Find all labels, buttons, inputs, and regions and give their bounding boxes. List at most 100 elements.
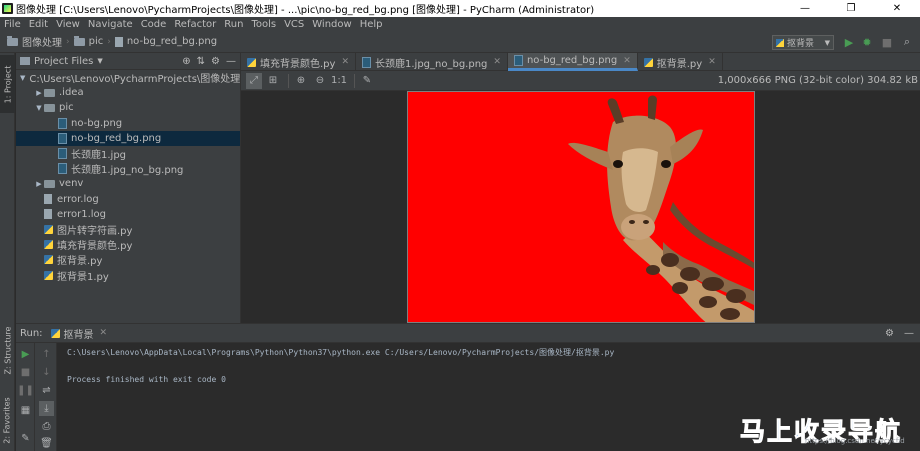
scroll-down-icon[interactable]: ↓	[39, 365, 54, 380]
gear-icon[interactable]: ⚙	[211, 56, 220, 67]
close-icon[interactable]: ✕	[708, 57, 716, 67]
tree-item[interactable]: 填充背景颜色.py	[16, 237, 240, 252]
tree-item[interactable]: ▼ C:\Users\Lenovo\PycharmProjects\图像处理	[16, 70, 240, 86]
tree-item[interactable]: ▶ .idea	[16, 85, 240, 100]
debug-icon[interactable]: ✹	[860, 35, 874, 49]
scroll-to-end-icon[interactable]: ⤓	[39, 401, 54, 416]
hide-panel-icon[interactable]: —	[904, 328, 914, 339]
tree-item-label: 抠背景1.py	[57, 271, 109, 283]
folder-icon	[20, 57, 30, 65]
project-panel-header[interactable]: Project Files ▼ ⊕ ⇅ ⚙ —	[16, 53, 240, 70]
close-icon[interactable]: ✕	[100, 328, 108, 338]
hide-panel-icon[interactable]: —	[226, 56, 236, 67]
minimize-button[interactable]: —	[782, 0, 828, 17]
run-configuration-select[interactable]: 抠背景 ▼	[772, 35, 834, 50]
folder-icon	[44, 88, 55, 97]
pin-icon[interactable]: ✎	[18, 431, 33, 446]
close-icon[interactable]: ✕	[623, 56, 631, 66]
scroll-up-icon[interactable]: ↑	[39, 347, 54, 362]
grid-icon[interactable]: ⊞	[265, 73, 281, 89]
menu-bar: File Edit View Navigate Code Refactor Ru…	[0, 17, 920, 31]
menu-file[interactable]: File	[0, 19, 25, 30]
tree-item-label: pic	[59, 102, 74, 114]
tree-item[interactable]: ▶ venv	[16, 176, 240, 191]
window-title: 图像处理 [C:\Users\Lenovo\PycharmProjects\图像…	[16, 5, 595, 16]
menu-vcs[interactable]: VCS	[280, 19, 308, 30]
folder-icon	[44, 179, 55, 188]
menu-edit[interactable]: Edit	[25, 19, 52, 30]
stop-icon[interactable]: ■	[880, 35, 894, 49]
search-icon[interactable]: ⌕	[900, 35, 914, 49]
tree-item[interactable]: error1.log	[16, 207, 240, 222]
layout-icon[interactable]: ▦	[18, 403, 33, 418]
tree-item[interactable]: 长颈鹿1.jpg	[16, 146, 240, 161]
menu-navigate[interactable]: Navigate	[84, 19, 137, 30]
tree-item[interactable]: 图片转字符画.py	[16, 222, 240, 237]
rerun-icon[interactable]: ▶	[18, 347, 33, 362]
soft-wrap-icon[interactable]: ⇌	[39, 383, 54, 398]
tree-item[interactable]: error.log	[16, 192, 240, 207]
actual-size-button[interactable]: 1:1	[331, 73, 347, 89]
run-tab[interactable]: 抠背景 ✕	[50, 326, 108, 341]
zoom-in-icon[interactable]: ⊕	[293, 73, 309, 89]
project-view-selector[interactable]: Project Files	[34, 56, 93, 67]
tree-item-label: error1.log	[57, 208, 106, 220]
editor-tab[interactable]: 填充背景颜色.py ✕	[241, 53, 356, 71]
chevron-down-icon[interactable]: ▼	[20, 74, 25, 82]
tree-item-label: venv	[59, 178, 84, 190]
text-file-icon	[44, 194, 52, 205]
console-line: C:\Users\Lenovo\AppData\Local\Programs\P…	[67, 348, 615, 357]
structure-tool-tab[interactable]: Z: Structure	[0, 319, 15, 381]
delete-icon[interactable]: 🗑	[39, 436, 54, 451]
favorites-tool-tab[interactable]: 2: Favorites	[0, 391, 15, 449]
image-preview[interactable]	[407, 91, 755, 323]
python-file-icon	[44, 255, 53, 265]
locate-file-icon[interactable]: ⊕	[182, 56, 190, 67]
project-tool-tab[interactable]: 1: Project	[0, 55, 15, 113]
run-panel-label: Run:	[20, 327, 43, 339]
breadcrumb-file[interactable]: no-bg_red_bg.png	[112, 36, 220, 47]
editor-tab[interactable]: no-bg_red_bg.png ✕	[507, 53, 638, 71]
menu-run[interactable]: Run	[220, 19, 247, 30]
tree-item[interactable]: ▼ pic	[16, 100, 240, 115]
run-configuration-label: 抠背景	[787, 39, 815, 49]
pause-icon[interactable]: ❚❚	[17, 383, 34, 398]
run-panel-tools: ⚙ —	[885, 328, 920, 339]
zoom-out-icon[interactable]: ⊖	[312, 73, 328, 89]
gear-icon[interactable]: ⚙	[885, 328, 894, 339]
tree-item[interactable]: no-bg_red_bg.png	[16, 130, 240, 146]
close-button[interactable]: ✕	[874, 0, 920, 17]
menu-code[interactable]: Code	[137, 19, 171, 30]
project-panel-tools: ⊕ ⇅ ⚙ —	[182, 56, 240, 67]
tree-item[interactable]: 抠背景.py	[16, 252, 240, 267]
chevron-right-icon[interactable]: ▶	[34, 89, 44, 97]
run-icon[interactable]: ▶	[842, 35, 856, 49]
menu-tools[interactable]: Tools	[247, 19, 280, 30]
fit-to-window-icon[interactable]: ⤢	[246, 72, 262, 89]
close-icon[interactable]: ✕	[341, 57, 349, 67]
tree-item[interactable]: 长颈鹿1.jpg_no_bg.png	[16, 161, 240, 176]
chevron-down-icon[interactable]: ▼	[34, 104, 44, 112]
color-picker-icon[interactable]: ✎	[359, 73, 375, 89]
stop-icon[interactable]: ■	[18, 365, 33, 380]
collapse-all-icon[interactable]: ⇅	[197, 56, 205, 67]
close-icon[interactable]: ✕	[493, 57, 501, 67]
menu-view[interactable]: View	[52, 19, 84, 30]
tree-item[interactable]: 抠背景1.py	[16, 267, 240, 283]
menu-refactor[interactable]: Refactor	[170, 19, 220, 30]
print-icon[interactable]: ⎙	[39, 419, 54, 434]
maximize-button[interactable]: ❐	[828, 0, 874, 17]
favorites-tool-tab-label: 2: Favorites	[3, 396, 12, 444]
editor-tab[interactable]: 长颈鹿1.jpg_no_bg.png ✕	[356, 53, 508, 71]
breadcrumb-project[interactable]: 图像处理	[4, 34, 65, 49]
menu-window[interactable]: Window	[308, 19, 355, 30]
project-panel: Project Files ▼ ⊕ ⇅ ⚙ — ▼ C:\Users\Lenovo…	[16, 53, 241, 323]
breadcrumb-pic[interactable]: pic	[71, 35, 107, 47]
editor-tab-label: 抠背景.py	[656, 58, 703, 70]
project-tool-tab-label: 1: Project	[3, 65, 13, 103]
image-file-icon	[58, 132, 67, 144]
chevron-right-icon[interactable]: ▶	[34, 180, 44, 188]
menu-help[interactable]: Help	[356, 19, 387, 30]
tree-item[interactable]: no-bg.png	[16, 116, 240, 131]
editor-tab[interactable]: 抠背景.py ✕	[638, 53, 723, 71]
